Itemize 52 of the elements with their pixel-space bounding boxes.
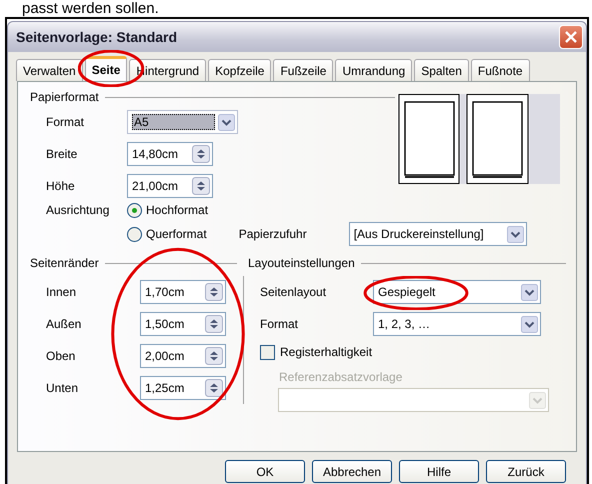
spinner-icon[interactable] bbox=[205, 315, 223, 333]
field-label: Seitenlayout bbox=[259, 285, 328, 299]
close-button[interactable] bbox=[559, 25, 583, 49]
radio-button[interactable] bbox=[127, 226, 142, 242]
window-title: Seitenvorlage: Standard bbox=[16, 29, 178, 45]
field-label: Unten bbox=[45, 381, 80, 395]
spin-field[interactable]: 1,50cm bbox=[140, 312, 226, 336]
field-label: Format bbox=[259, 317, 300, 331]
spin-field[interactable]: 14,80cm bbox=[127, 142, 213, 166]
section-heading: Papierformat bbox=[30, 90, 99, 104]
spin-field[interactable]: 21,00cm bbox=[127, 174, 213, 198]
spinner-icon[interactable] bbox=[205, 347, 223, 365]
field-label: Außen bbox=[45, 317, 82, 331]
radio-label: Hochformat bbox=[146, 203, 208, 217]
tab[interactable]: Umrandung bbox=[335, 59, 412, 81]
dialog-button[interactable]: Abbrechen bbox=[312, 460, 392, 483]
spinner-icon[interactable] bbox=[205, 379, 223, 397]
dialog-button[interactable]: Zurück bbox=[486, 460, 566, 483]
spinner-icon[interactable] bbox=[192, 145, 210, 163]
checkbox-label: Registerhaltigkeit bbox=[280, 345, 372, 359]
tab[interactable]: Seite bbox=[84, 56, 128, 81]
tab[interactable]: Fußnote bbox=[470, 59, 530, 81]
radio-label: Querformat bbox=[146, 227, 207, 241]
checkbox[interactable] bbox=[260, 344, 275, 360]
tab[interactable]: Fußzeile bbox=[273, 59, 334, 81]
field-label: Ausrichtung bbox=[45, 203, 110, 217]
field-label: Papierzufuhr bbox=[238, 227, 308, 241]
close-icon bbox=[565, 31, 577, 43]
number-format-dropdown[interactable]: 1, 2, 3, … bbox=[373, 312, 541, 336]
dialog-button[interactable]: OK bbox=[225, 460, 305, 483]
field-label: Innen bbox=[45, 285, 78, 299]
dialog-button[interactable]: Hilfe bbox=[399, 460, 479, 483]
spin-field[interactable]: 1,25cm bbox=[140, 376, 226, 400]
field-label: Höhe bbox=[45, 179, 76, 193]
radio-button[interactable] bbox=[127, 202, 142, 218]
field-label: Oben bbox=[45, 349, 76, 363]
section-heading: Layouteinstellungen bbox=[248, 256, 355, 270]
tab[interactable]: Verwalten bbox=[16, 59, 83, 81]
caption-text: passt werden sollen. bbox=[21, 0, 160, 17]
field-label: Breite bbox=[45, 147, 78, 161]
tab[interactable]: Kopfzeile bbox=[208, 59, 272, 81]
format-dropdown[interactable]: A5 bbox=[127, 110, 238, 134]
field-label: Referenzabsatzvorlage bbox=[278, 370, 404, 384]
page-layout-dropdown[interactable]: Gespiegelt bbox=[373, 280, 541, 304]
spinner-icon[interactable] bbox=[192, 177, 210, 195]
tab[interactable]: Spalten bbox=[414, 59, 469, 81]
spinner-icon[interactable] bbox=[205, 283, 223, 301]
section-heading: Seitenränder bbox=[30, 256, 99, 270]
field-label: Format bbox=[45, 115, 86, 129]
spin-field[interactable]: 1,70cm bbox=[140, 280, 226, 304]
spin-field[interactable]: 2,00cm bbox=[140, 344, 226, 368]
paper-tray-dropdown[interactable]: [Aus Druckereinstellung] bbox=[348, 222, 527, 246]
